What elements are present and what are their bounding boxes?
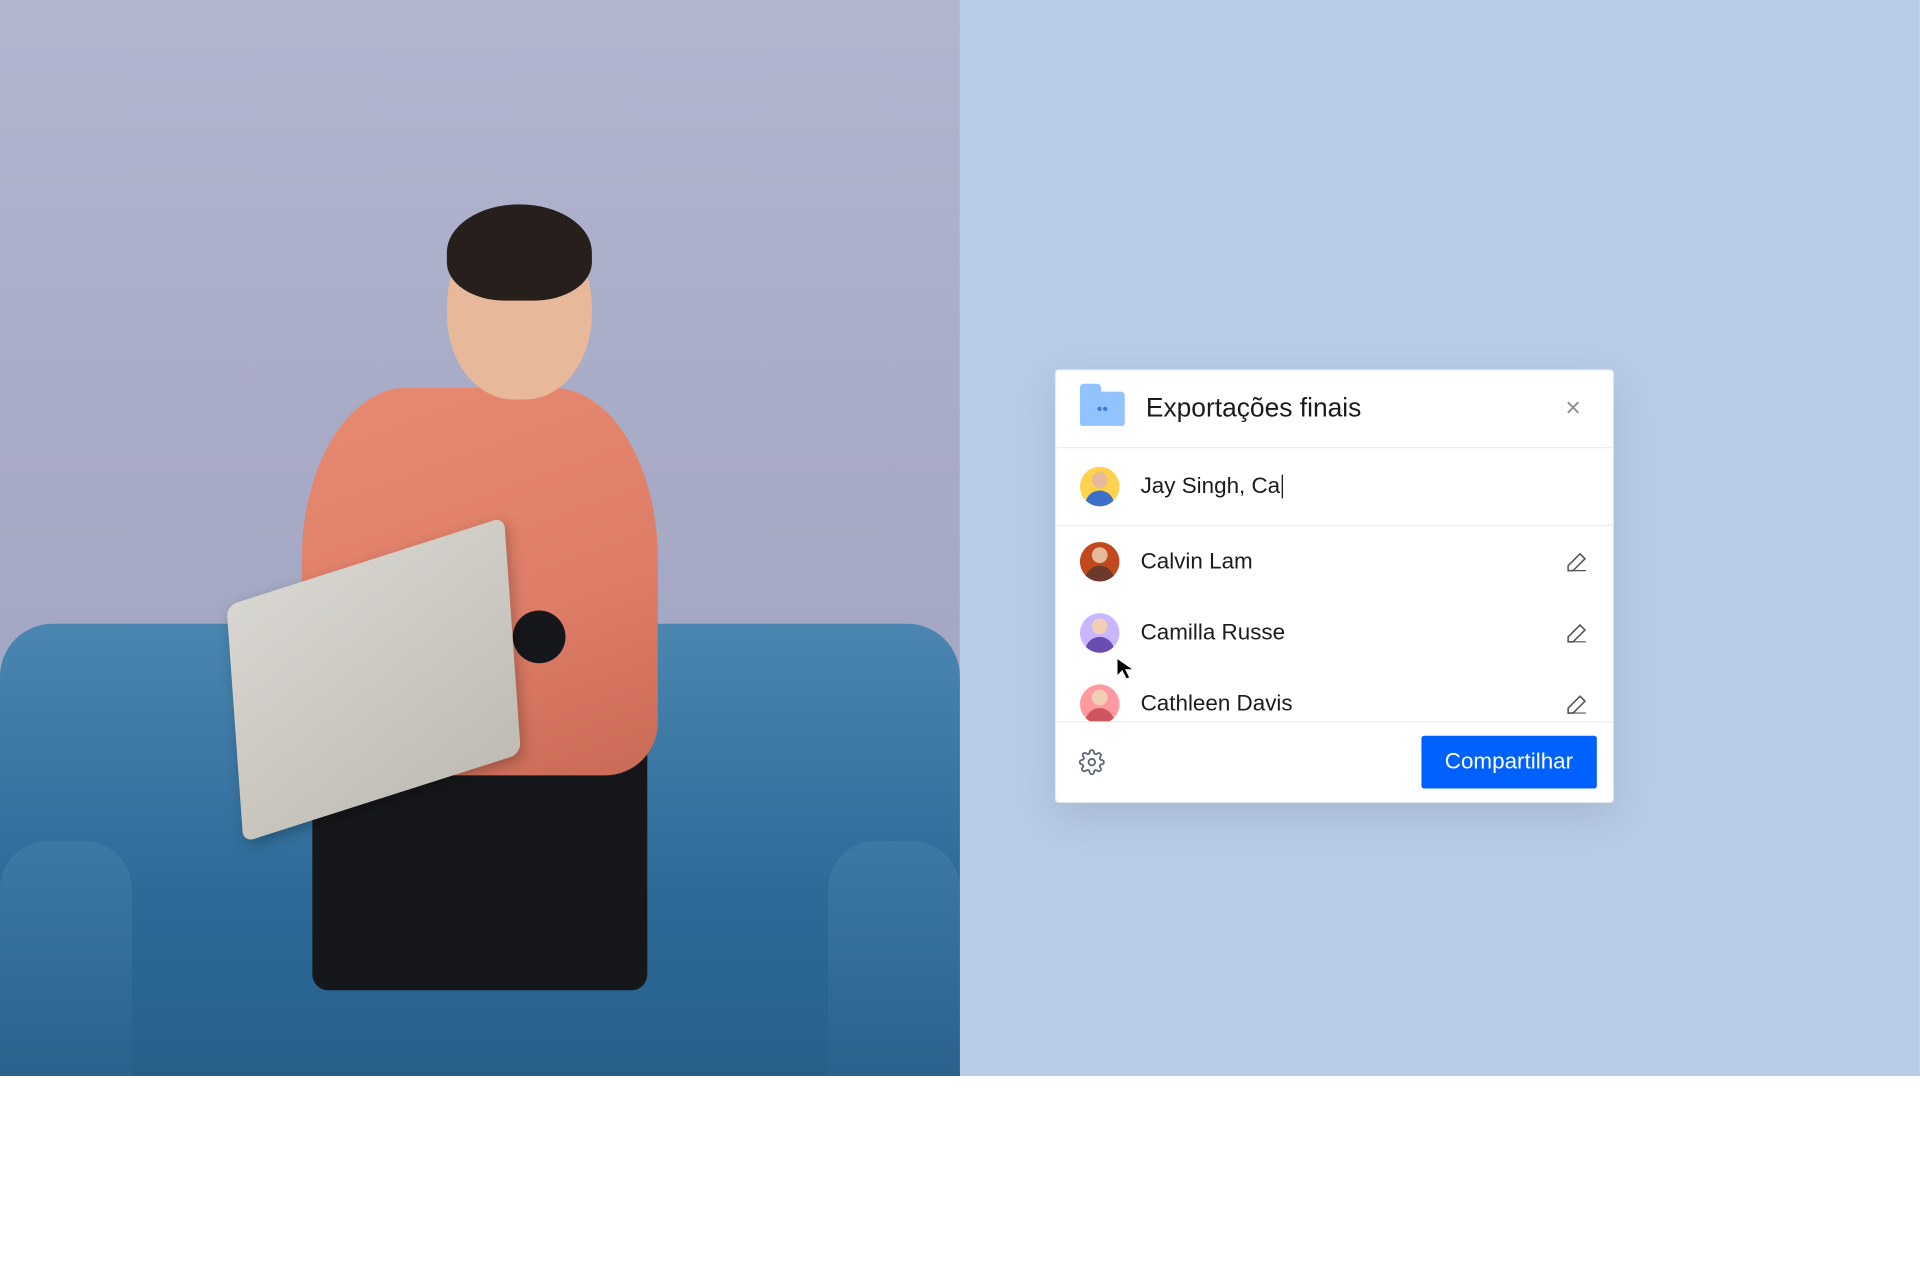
person-illustration: [202, 129, 759, 990]
pencil-icon: [1565, 550, 1589, 574]
edit-permission-button[interactable]: [1565, 692, 1589, 716]
suggestion-list: Calvin Lam Camilla Russe Cathleen Davis: [1056, 526, 1612, 721]
pencil-icon: [1565, 621, 1589, 645]
close-button[interactable]: ×: [1557, 393, 1589, 425]
dialog-title: Exportações finais: [1146, 394, 1536, 424]
suggestion-avatar: [1080, 684, 1120, 721]
edit-permission-button[interactable]: [1565, 621, 1589, 645]
suggestion-item[interactable]: Camilla Russe: [1056, 597, 1612, 668]
pencil-icon: [1565, 692, 1589, 716]
suggestion-name: Cathleen Davis: [1141, 691, 1544, 717]
settings-button[interactable]: [1072, 742, 1112, 782]
text-caret: [1281, 475, 1282, 499]
recipient-input[interactable]: Jay Singh, Ca: [1141, 473, 1281, 499]
suggestion-name: Camilla Russe: [1141, 620, 1544, 646]
suggestion-item[interactable]: Calvin Lam: [1056, 526, 1612, 597]
recipient-input-row[interactable]: Jay Singh, Ca: [1056, 448, 1612, 524]
gear-icon: [1079, 749, 1105, 775]
shared-folder-icon: ••: [1080, 392, 1125, 426]
hero-photo: [0, 0, 960, 1076]
share-dialog: •• Exportações finais × Jay Singh, Ca Ca…: [1055, 369, 1614, 803]
edit-permission-button[interactable]: [1565, 550, 1589, 574]
recipient-avatar: [1080, 467, 1120, 507]
suggestion-avatar: [1080, 613, 1120, 653]
close-icon: ×: [1565, 396, 1580, 422]
ui-mock-area: •• Exportações finais × Jay Singh, Ca Ca…: [960, 0, 1920, 1076]
share-button[interactable]: Compartilhar: [1421, 736, 1597, 789]
suggestion-name: Calvin Lam: [1141, 549, 1544, 575]
suggestion-item[interactable]: Cathleen Davis: [1056, 669, 1612, 722]
suggestion-avatar: [1080, 542, 1120, 582]
